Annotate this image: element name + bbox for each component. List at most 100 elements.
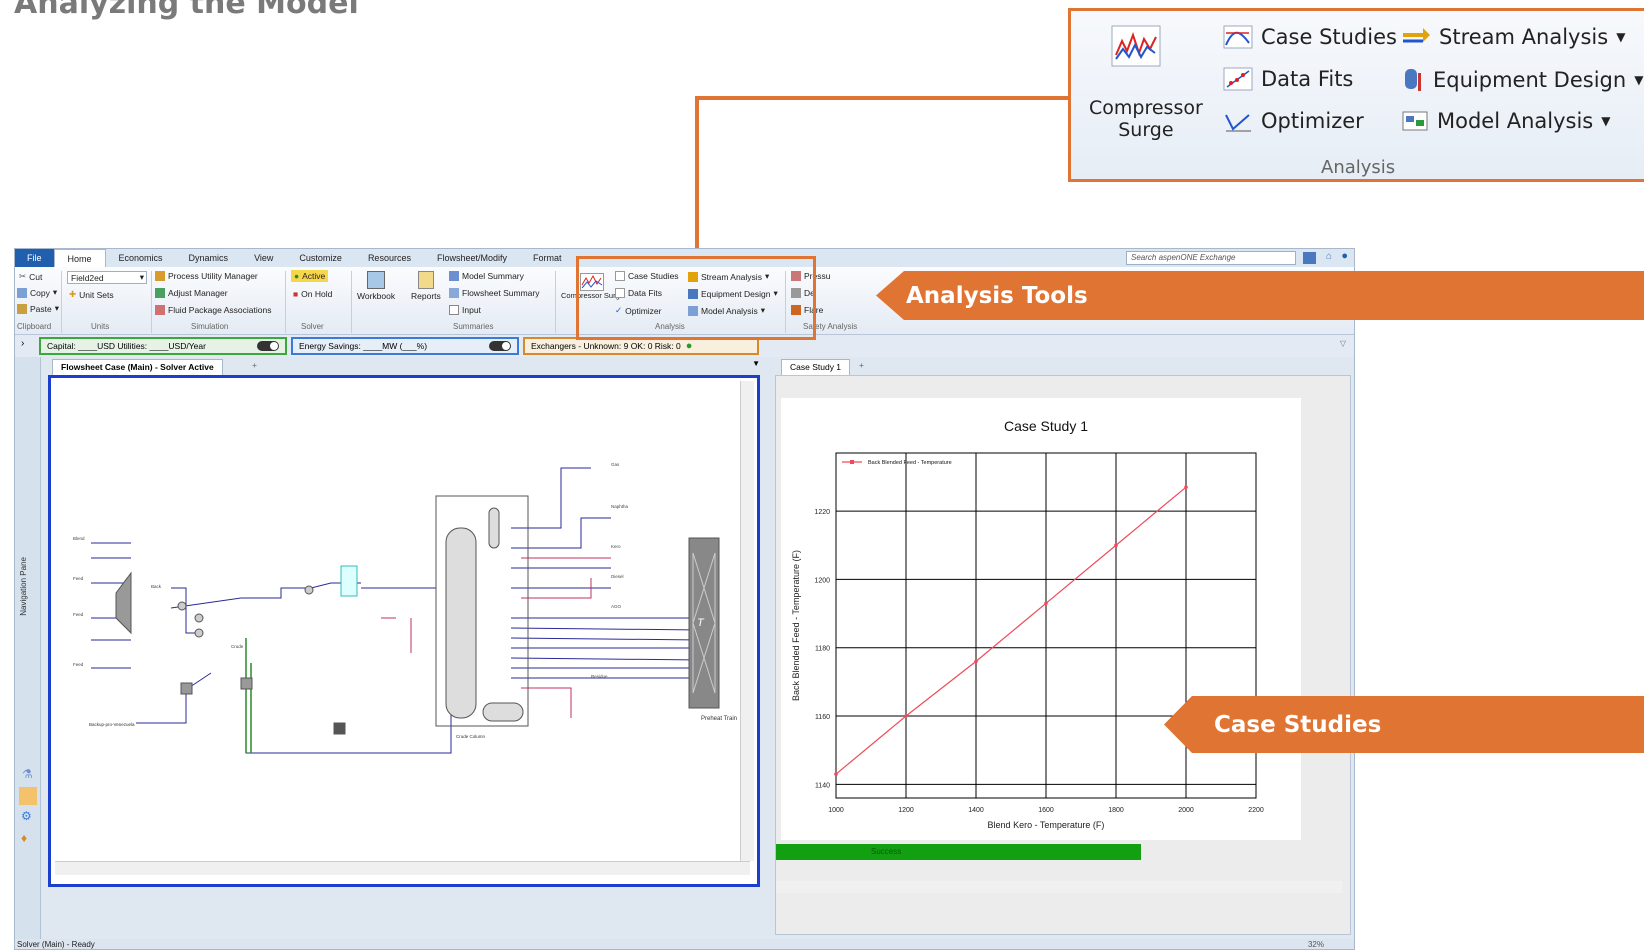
active-icon: ● (294, 271, 300, 281)
svg-text:Naphtha: Naphtha (611, 504, 629, 509)
chevron-down-icon[interactable]: ▼ (752, 359, 760, 368)
data-point (834, 772, 838, 776)
chevron-down-icon: ▼ (1601, 114, 1611, 128)
process-utility-manager-button[interactable]: Process Utility Manager (155, 271, 258, 281)
data-point (1114, 543, 1118, 548)
solver-active-button[interactable]: ● Active (291, 270, 329, 282)
progress-bar: Success (776, 844, 1141, 860)
paste-button[interactable]: Paste ▾ (17, 303, 59, 314)
tab-resources[interactable]: Resources (355, 249, 424, 267)
energy-icon[interactable]: ♦ (21, 831, 27, 845)
model-analysis-icon (1402, 111, 1428, 131)
flowsheet-icon[interactable] (19, 787, 37, 805)
process-flowsheet-diagram: Blend Feed Feed Feed Back Crude Gas Naphtha Ke… (73, 462, 737, 754)
compressor-surge-zoom-label[interactable]: Compressor Surge (1089, 97, 1203, 141)
model-summary-button[interactable]: Model Summary (449, 271, 524, 281)
stream-analysis-zoom-button[interactable]: Stream Analysis ▼ (1401, 25, 1625, 49)
input-button[interactable]: Input (449, 305, 481, 315)
model-analysis-zoom-button[interactable]: Model Analysis ▼ (1401, 109, 1610, 133)
input-icon (449, 305, 459, 315)
tab-file[interactable]: File (15, 249, 54, 267)
cut-button[interactable]: ✂ Cut (19, 271, 42, 282)
unit-set-select[interactable]: Field2ed ▾ (67, 271, 147, 284)
svg-text:Residue: Residue (591, 674, 608, 679)
x-axis-label: Blend Kero - Temperature (F) (988, 820, 1105, 830)
analysis-highlight-box (576, 256, 816, 340)
energy-toggle[interactable] (489, 341, 511, 351)
flask-icon[interactable]: ⚗ (22, 767, 33, 781)
tab-dynamics[interactable]: Dynamics (176, 249, 242, 267)
tab-case-study-1[interactable]: Case Study 1 (781, 359, 851, 375)
chart-title: Case Study 1 (1004, 418, 1088, 434)
crude-column-label: Crude Column (456, 734, 486, 739)
connector-line (695, 96, 699, 261)
add-tab-icon[interactable]: + (252, 360, 257, 370)
flowsheet-summary-button[interactable]: Flowsheet Summary (449, 288, 539, 298)
aspen-hysys-window: File Home Economics Dynamics View Custom… (14, 248, 1355, 950)
tab-home[interactable]: Home (53, 249, 106, 267)
equipment-design-zoom-button[interactable]: Equipment Design ▼ (1401, 67, 1643, 93)
tab-view[interactable]: View (241, 249, 286, 267)
reports-icon (417, 271, 434, 289)
results-icon[interactable]: ⚙ (21, 809, 32, 823)
chevron-right-icon[interactable]: › (21, 338, 24, 349)
data-fits-zoom-button[interactable]: Data Fits (1223, 67, 1353, 91)
search-input[interactable]: Search aspenONE Exchange (1126, 251, 1296, 265)
navigation-pane-label: Navigation Pane (19, 557, 28, 616)
case-studies-zoom-button[interactable]: Case Studies (1223, 25, 1397, 49)
scissors-icon: ✂ (19, 271, 27, 281)
workbook-button[interactable]: Workbook (357, 271, 395, 301)
case-study-chart: Case Study 1 1000 1200 1400 1600 1800 2000 2200… (791, 418, 1264, 830)
model-summary-icon (449, 271, 459, 281)
svg-text:Crude: Crude (231, 644, 244, 649)
tab-format[interactable]: Format (520, 249, 575, 267)
x-tick-label: 1200 (898, 807, 914, 814)
flowsheet-canvas[interactable]: Blend Feed Feed Feed Back Crude Gas Naphtha Ke… (48, 375, 760, 887)
navigation-pane[interactable]: Navigation Pane ⚗ ⚙ ♦ (15, 357, 41, 939)
copy-icon (17, 287, 27, 298)
y-tick-label: 1220 (814, 509, 830, 516)
home-icon[interactable]: ⌂ (1326, 251, 1332, 262)
svg-text:Feed: Feed (73, 612, 84, 617)
horizontal-scrollbar[interactable] (55, 861, 750, 875)
adjust-manager-button[interactable]: Adjust Manager (155, 288, 228, 298)
copy-button[interactable]: Copy ▾ (17, 287, 57, 298)
fluid-package-associations-button[interactable]: Fluid Package Associations (155, 305, 271, 315)
vertical-scrollbar[interactable] (740, 381, 754, 861)
optimizer-zoom-button[interactable]: Optimizer (1223, 109, 1364, 133)
collapse-icon[interactable]: ▽ (1340, 339, 1346, 348)
reports-button[interactable]: Reports (411, 271, 441, 301)
unit-sets-button[interactable]: ✚ Unit Sets (69, 289, 114, 300)
tab-flowsheet-modify[interactable]: Flowsheet/Modify (424, 249, 520, 267)
tab-customize[interactable]: Customize (286, 249, 355, 267)
flowsheet-summary-icon (449, 288, 459, 298)
tab-flowsheet-case[interactable]: Flowsheet Case (Main) - Solver Active (52, 359, 223, 375)
compressor-surge-zoom-icon[interactable] (1111, 25, 1161, 67)
economics-status: Capital: ____USD Utilities: ____USD/Year (39, 337, 287, 355)
legend-marker (850, 460, 854, 464)
y-tick-label: 1180 (815, 646, 830, 653)
search-icon[interactable] (1303, 252, 1316, 264)
zoom-level[interactable]: 32% (1308, 939, 1324, 949)
add-tab-icon[interactable]: + (859, 360, 864, 370)
adjust-icon (155, 288, 165, 298)
solver-on-hold-button[interactable]: ■ On Hold (293, 289, 332, 299)
y-tick-label: 1200 (814, 577, 830, 584)
chevron-down-icon: ▾ (139, 272, 144, 282)
svg-text:Feed: Feed (73, 576, 84, 581)
economics-toggle[interactable] (257, 341, 279, 351)
utility-icon (155, 271, 165, 281)
help-icon[interactable]: ● (1341, 250, 1348, 262)
case-study-tab-strip: Case Study 1 + (775, 357, 1354, 375)
horizontal-scrollbar[interactable] (776, 881, 1342, 893)
unit-sets-icon: ✚ (69, 289, 77, 299)
workbook-icon (367, 271, 386, 289)
x-tick-label: 1400 (968, 807, 984, 814)
fluid-package-icon (155, 305, 165, 315)
y-axis-label: Back Blended Feed - Temperature (F) (791, 550, 801, 701)
status-ok-icon[interactable]: ● (686, 340, 693, 352)
y-tick-label: 1140 (815, 782, 830, 789)
tab-economics[interactable]: Economics (106, 249, 176, 267)
svg-text:Back: Back (151, 584, 162, 589)
backup-stream-label: Backup-pro-Venezuela (89, 722, 135, 727)
